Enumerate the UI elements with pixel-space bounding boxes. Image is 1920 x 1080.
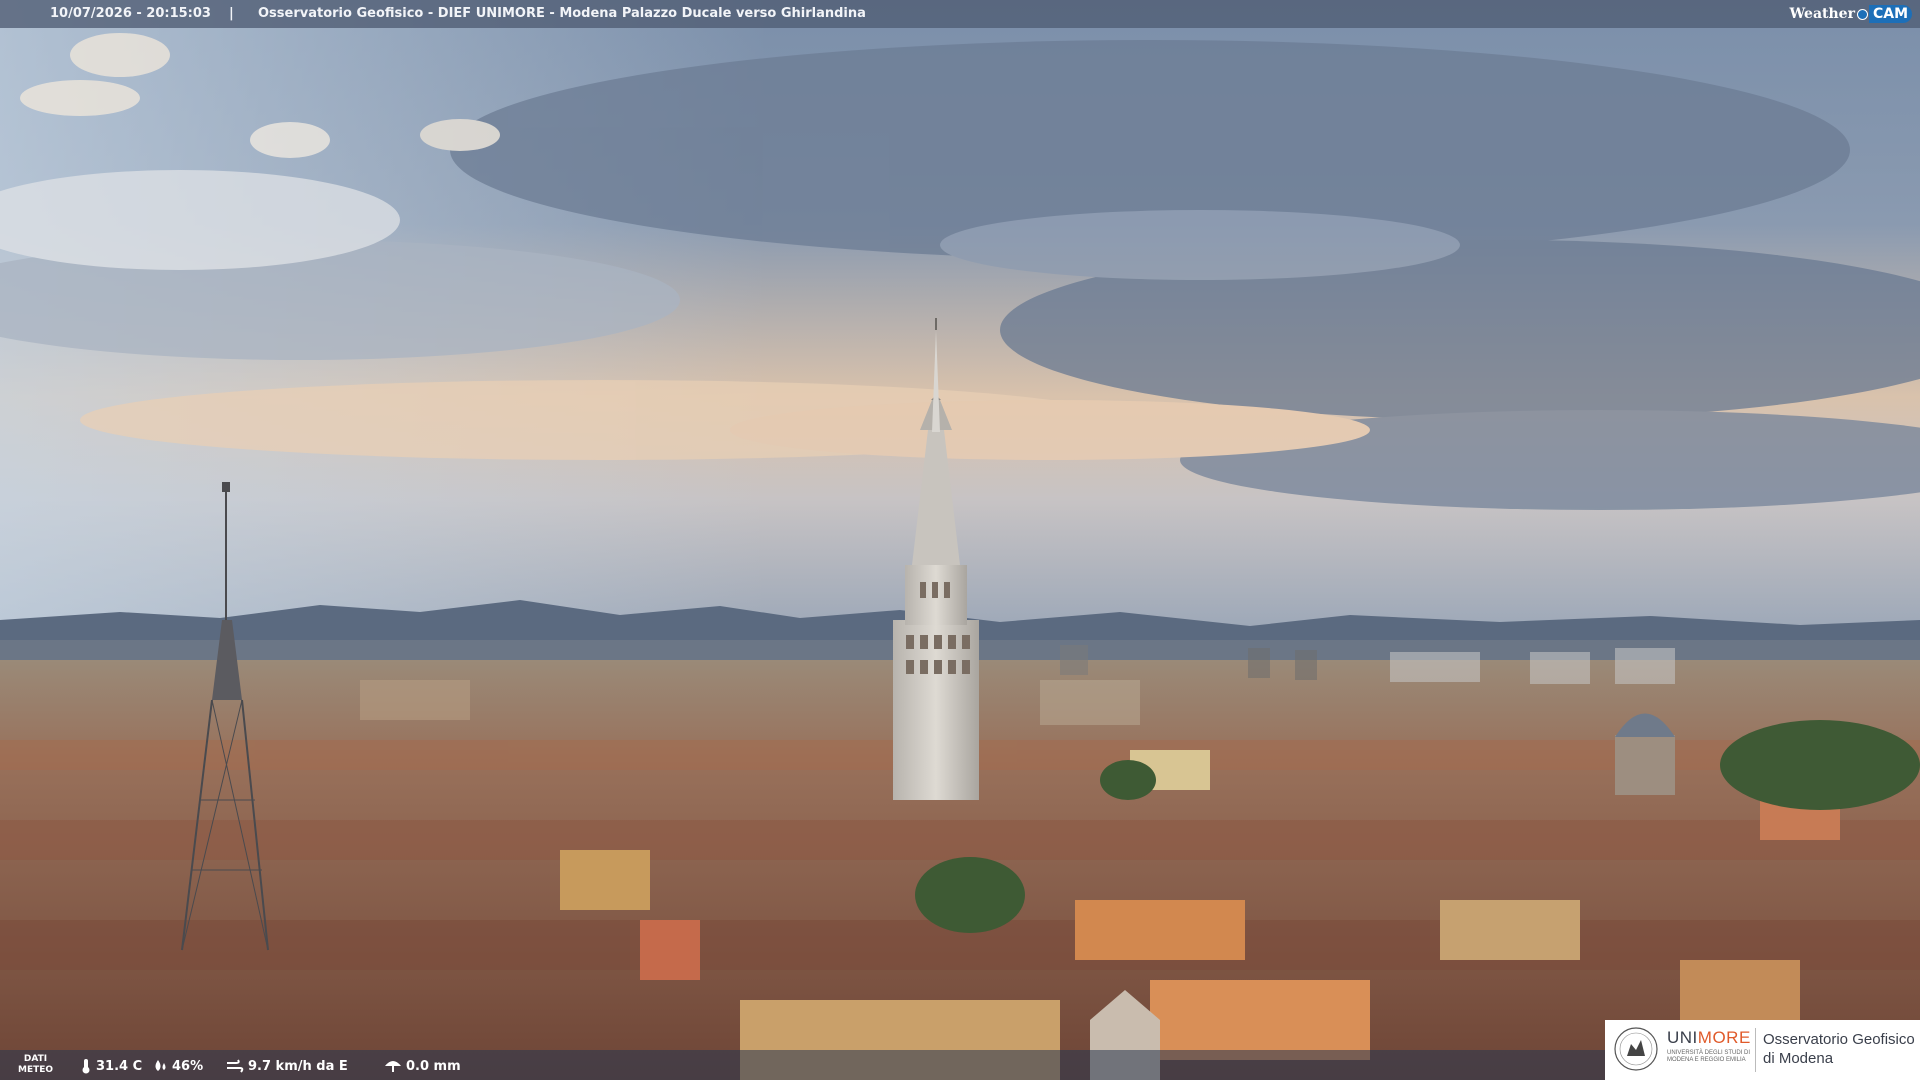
timestamp: 10/07/2026 - 20:15:03	[50, 6, 211, 21]
humidity-drops-icon	[155, 1060, 166, 1071]
camera-title: Osservatorio Geofisico - DIEF UNIMORE - …	[258, 6, 866, 21]
rain-value: 0.0 mm	[406, 1058, 461, 1074]
humidity-value: 46%	[172, 1058, 204, 1074]
observatory-name: Osservatorio Geofisico di Modena	[1763, 1030, 1915, 1068]
weathercam-logo-weather: Weather	[1789, 6, 1855, 22]
rain-readout: 0.0 mm	[384, 1058, 461, 1074]
unimore-seal-logo	[1614, 1027, 1658, 1071]
thermometer-icon	[82, 1059, 90, 1074]
university-name: UNIVERSITÀ DEGLI STUDI DI MODENA E REGGI…	[1667, 1050, 1751, 1063]
unimore-more: MORE	[1697, 1028, 1751, 1047]
branding-divider	[1755, 1028, 1756, 1072]
logo-dot-icon	[1856, 8, 1868, 20]
temperature-value: 31.4 C	[96, 1058, 143, 1074]
weather-data-bar: DATI METEO 31.4 C 46% 9.7 km/h da E 0.0 …	[0, 1050, 1605, 1080]
webcam-scene	[0, 0, 1920, 1080]
wind-icon	[227, 1059, 244, 1073]
observatory-line1: Osservatorio Geofisico	[1763, 1031, 1915, 1048]
unimore-uni: UNI	[1667, 1028, 1698, 1047]
dati-label-line1: DATI	[23, 1054, 48, 1064]
trees	[1720, 720, 1920, 810]
unimore-wordmark: UNIMORE	[1667, 1028, 1751, 1048]
observatory-line2: di Modena	[1763, 1050, 1834, 1067]
dati-meteo-label: DATI METEO	[18, 1054, 53, 1076]
dati-label-line2: METEO	[18, 1065, 54, 1075]
wind-readout: 9.7 km/h da E	[226, 1058, 348, 1074]
separator: |	[229, 6, 234, 21]
top-info-bar: 10/07/2026 - 20:15:03 | Osservatorio Geo…	[0, 0, 1920, 28]
temperature-readout: 31.4 C	[80, 1058, 142, 1074]
weathercam-logo: Weather CAM	[1789, 3, 1912, 25]
wind-value: 9.7 km/h da E	[248, 1058, 348, 1074]
church-dome	[1615, 713, 1675, 795]
humidity-readout: 46%	[152, 1058, 203, 1074]
weathercam-logo-cam: CAM	[1868, 5, 1912, 23]
unimore-branding: UNIMORE UNIVERSITÀ DEGLI STUDI DI MODENA…	[1605, 1020, 1920, 1080]
rain-umbrella-icon	[385, 1061, 401, 1072]
